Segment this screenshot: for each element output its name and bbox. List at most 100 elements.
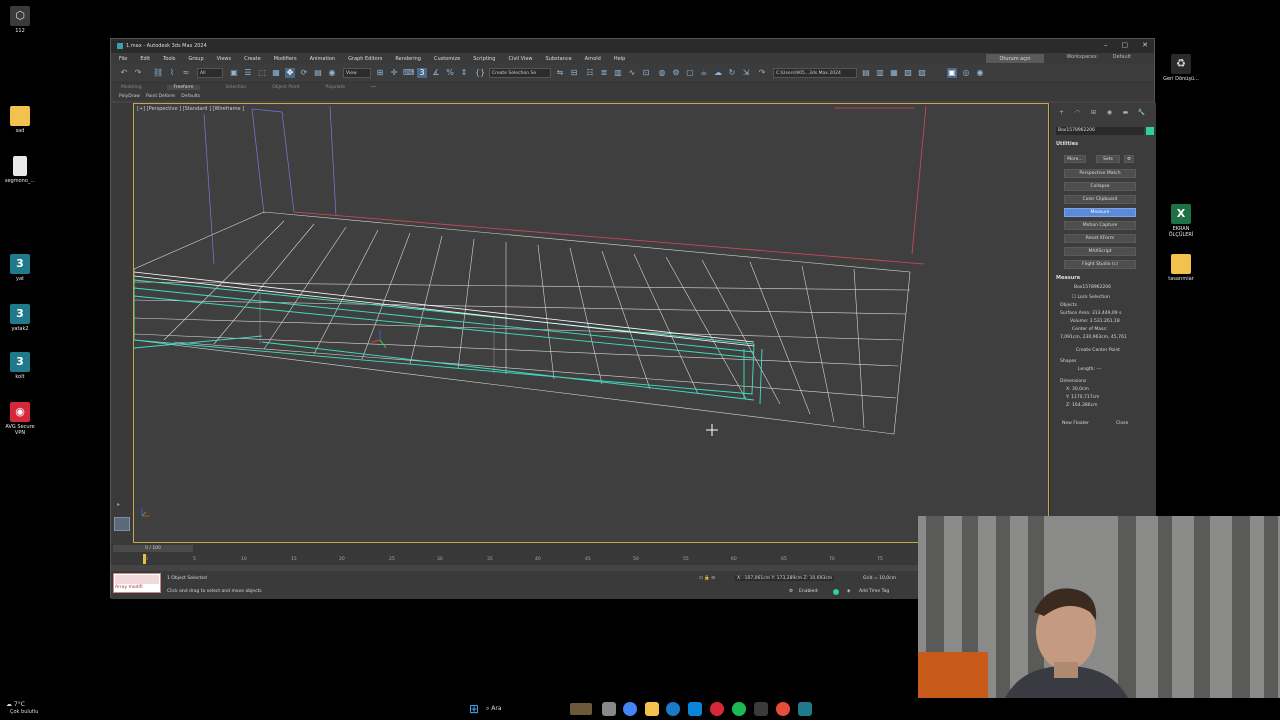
save-file-icon[interactable]: ▦ xyxy=(889,68,899,78)
menu-help[interactable]: Help xyxy=(614,56,625,62)
selection-filter-dropdown[interactable]: All xyxy=(197,68,223,78)
bind-space-warp-icon[interactable]: ≈ xyxy=(181,68,191,78)
mirror-icon[interactable]: ⇋ xyxy=(555,68,565,78)
menu-civil-view[interactable]: Civil View xyxy=(508,56,532,62)
undo-icon[interactable]: ↶ xyxy=(119,68,129,78)
menu-edit[interactable]: Edit xyxy=(140,56,150,62)
rectangular-selection-icon[interactable]: ⬚ xyxy=(257,68,267,78)
task-view-icon[interactable] xyxy=(602,702,616,716)
utility-motion-capture[interactable]: Motion Capture xyxy=(1064,221,1136,230)
weather-widget[interactable]: ☁ 7°C xyxy=(6,701,25,708)
ribbon-tab-object-paint[interactable]: Object Paint xyxy=(272,85,299,90)
angle-snap-icon[interactable]: ∡ xyxy=(431,68,441,78)
render-in-cloud-icon[interactable]: ☁ xyxy=(713,68,723,78)
unlink-icon[interactable]: ⌇ xyxy=(167,68,177,78)
menu-modifiers[interactable]: Modifiers xyxy=(274,56,297,62)
lock-selection-checkbox[interactable]: ☐ Lock Selection xyxy=(1072,295,1110,300)
toggle-scene-explorer-icon[interactable]: ☷ xyxy=(585,68,595,78)
align-icon[interactable]: ⊟ xyxy=(569,68,579,78)
arnold-icon[interactable]: ◎ xyxy=(961,68,971,78)
material-editor-icon[interactable]: ◍ xyxy=(657,68,667,78)
edit-named-selection-icon[interactable]: {} xyxy=(475,68,485,78)
edge-icon[interactable] xyxy=(666,702,680,716)
curve-editor-icon[interactable]: ∿ xyxy=(627,68,637,78)
select-by-name-icon[interactable]: ☰ xyxy=(243,68,253,78)
desktop-icon-kolt[interactable]: 3 kolt xyxy=(0,352,40,380)
desktop-icon-segmono[interactable]: segmono_... xyxy=(0,156,40,184)
ribbon-subtab-defaults[interactable]: Defaults xyxy=(181,94,200,99)
title-bar[interactable]: 1.max - Autodesk 3ds Max 2024 – ▢ ✕ xyxy=(111,39,1154,53)
close-button[interactable]: ✕ xyxy=(1142,41,1148,49)
utility-measure[interactable]: Measure xyxy=(1064,208,1136,217)
utility-maxscript[interactable]: MAXScript xyxy=(1064,247,1136,256)
schematic-view-icon[interactable]: ⊡ xyxy=(641,68,651,78)
sketch-icon[interactable] xyxy=(754,702,768,716)
select-and-place-icon[interactable]: ◉ xyxy=(327,68,337,78)
utility-reset-xform[interactable]: Reset XForm xyxy=(1064,234,1136,243)
time-slider-track[interactable]: 0 / 100 0 5 10 15 20 25 30 35 40 45 50 5… xyxy=(111,543,919,565)
asset-tracking-icon[interactable]: ▧ xyxy=(903,68,913,78)
desktop-icon-sad[interactable]: sad xyxy=(0,106,40,134)
desktop-icon-recycle-bin[interactable]: ♻ Geri Dönüşü... xyxy=(1161,54,1201,82)
ribbon-tab-selection[interactable]: Selection xyxy=(226,85,247,90)
transform-gizmo[interactable] xyxy=(371,330,387,349)
menu-file[interactable]: File xyxy=(119,56,127,62)
render-iterative-icon[interactable]: ↻ xyxy=(727,68,737,78)
maxscript-input[interactable] xyxy=(115,575,159,584)
ribbon-options-icon[interactable]: ⊷ xyxy=(371,85,376,90)
spinner-snap-icon[interactable]: ⇕ xyxy=(459,68,469,78)
isolate-selection-icon[interactable]: ⊡ 🔒 ⊞ xyxy=(699,576,715,581)
opera-icon[interactable] xyxy=(710,702,724,716)
toggle-ribbon-icon[interactable]: ▥ xyxy=(613,68,623,78)
layout-tab-thumbnail[interactable] xyxy=(114,517,130,531)
ribbon-tab-modeling[interactable]: Modeling xyxy=(121,85,141,90)
enabled-toggle[interactable] xyxy=(833,589,839,595)
adaptive-degradation-icon[interactable]: ⚙ xyxy=(789,589,793,594)
redo-icon[interactable]: ↷ xyxy=(133,68,143,78)
object-color-swatch[interactable] xyxy=(1146,127,1154,135)
search-box[interactable]: ⌕ Ara xyxy=(486,703,596,715)
keyboard-shortcut-icon[interactable]: ⌨ xyxy=(403,68,415,78)
desktop-icon-tasarimlar[interactable]: tasarımlar xyxy=(1161,254,1201,282)
minimize-button[interactable]: – xyxy=(1104,41,1108,49)
menu-arnold[interactable]: Arnold xyxy=(585,56,601,62)
sign-in-button[interactable]: Oturum açın xyxy=(986,54,1044,63)
start-icon[interactable]: ⊞ xyxy=(467,702,481,716)
utility-flight-studio[interactable]: Flight Studio (c) xyxy=(1064,260,1136,269)
select-and-scale-icon[interactable]: ▤ xyxy=(313,68,323,78)
motion-tab-icon[interactable]: ◉ xyxy=(1104,109,1115,117)
menu-scripting[interactable]: Scripting xyxy=(473,56,495,62)
ribbon-tab-freeform[interactable]: Freeform xyxy=(167,85,200,90)
ribbon-subtab-paint-deform[interactable]: Paint Deform xyxy=(146,94,175,99)
menu-rendering[interactable]: Rendering xyxy=(395,56,421,62)
render-activeshade-icon[interactable]: ⇲ xyxy=(741,68,751,78)
utility-color-clipboard[interactable]: Color Clipboard xyxy=(1064,195,1136,204)
file-explorer-icon[interactable] xyxy=(645,702,659,716)
create-center-point-button[interactable]: Create Center Point xyxy=(1066,347,1130,356)
expand-layout-icon[interactable]: ▸ xyxy=(117,501,120,508)
menu-customize[interactable]: Customize xyxy=(434,56,460,62)
configure-sets-icon[interactable]: ⚙ xyxy=(1124,155,1134,163)
link-icon[interactable]: ⛓ xyxy=(153,68,163,78)
ribbon-tab-populate[interactable]: Populate xyxy=(326,85,346,90)
utility-perspective-match[interactable]: Perspective Match xyxy=(1064,169,1136,178)
project-folder-icon[interactable]: ▤ xyxy=(861,68,871,78)
select-and-rotate-icon[interactable]: ⟳ xyxy=(299,68,309,78)
perspective-viewport[interactable]: [+] [Perspective ] [Standard ] [Wirefram… xyxy=(133,103,1049,543)
render-setup-icon[interactable]: ⚙ xyxy=(671,68,681,78)
workspaces-selector[interactable]: Workspaces: Default xyxy=(1067,54,1145,60)
window-crossing-icon[interactable]: ▦ xyxy=(271,68,281,78)
create-tab-icon[interactable]: + xyxy=(1056,109,1067,117)
create-selection-set-dropdown[interactable]: Create Selection Se xyxy=(489,68,551,78)
menu-graph-editors[interactable]: Graph Editors xyxy=(348,56,382,62)
project-path-box[interactable]: C:\Users\905...3ds Max 2024 xyxy=(773,68,857,78)
object-name-field[interactable]: Box1578962206 xyxy=(1056,127,1144,135)
display-tab-icon[interactable]: ▬ xyxy=(1120,109,1131,117)
snaps-toggle-icon[interactable]: 3 xyxy=(417,68,427,78)
reference-coordinate-dropdown[interactable]: View xyxy=(343,68,371,78)
desktop-icon-excel[interactable]: X EKRAN ÖLÇÜLERİ xyxy=(1161,204,1201,238)
new-floater-button[interactable]: New Floater xyxy=(1062,421,1089,426)
spotify-icon[interactable] xyxy=(732,702,746,716)
select-object-icon[interactable]: ▣ xyxy=(229,68,239,78)
desktop-icon-avg-vpn[interactable]: ◉ AVG Secure VPN xyxy=(0,402,40,436)
